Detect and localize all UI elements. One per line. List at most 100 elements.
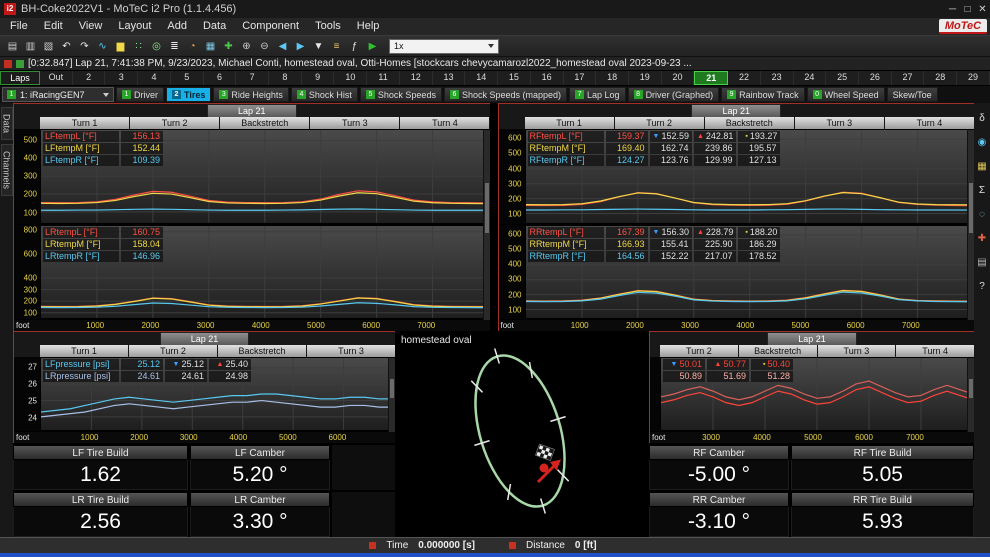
print-icon[interactable]: ▤ <box>5 39 20 54</box>
channel-name[interactable]: LFtempM [°F] <box>43 143 119 154</box>
lap-cell-11[interactable]: 11 <box>367 71 400 85</box>
channel-name[interactable]: RFtempR [°F] <box>528 155 604 166</box>
turn-tab[interactable]: Turn 2 <box>130 117 219 129</box>
maximize-button[interactable]: □ <box>960 2 975 17</box>
chart-plot-lr-temps[interactable]: LRtempL [°F]160.75LRtempM [°F]158.04LRte… <box>40 225 490 320</box>
chart-plot-rr-temps[interactable]: RRtempL [°F]167.39▼156.30▲228.79▪188.20R… <box>525 225 975 320</box>
track-report-icon[interactable]: ◎ <box>149 39 164 54</box>
lap-cell-Out[interactable]: Out <box>40 71 73 85</box>
menu-view[interactable]: View <box>71 18 111 35</box>
worksheet-tab-ride-heights[interactable]: 3Ride Heights <box>213 87 289 102</box>
datatable-icon[interactable]: ▦ <box>975 159 990 174</box>
turn-tab[interactable]: Turn 3 <box>795 117 884 129</box>
channel-name[interactable]: LRtempM [°F] <box>43 239 119 250</box>
lap-cell-29[interactable]: 29 <box>957 71 990 85</box>
turn-tab[interactable]: Backstretch <box>220 117 309 129</box>
menu-data[interactable]: Data <box>195 18 234 35</box>
scrollbar[interactable] <box>483 130 490 320</box>
turn-tab[interactable]: Turn 1 <box>525 117 614 129</box>
scrollbar[interactable] <box>388 358 395 432</box>
lap-tab[interactable]: Lap 21 <box>160 332 250 345</box>
worksheet-tab-shock-speeds[interactable]: 5Shock Speeds <box>360 87 442 102</box>
lap-cell-17[interactable]: 17 <box>564 71 597 85</box>
menu-edit[interactable]: Edit <box>36 18 71 35</box>
lap-cell-27[interactable]: 27 <box>892 71 925 85</box>
cursor-right-icon[interactable]: ▶ <box>293 39 308 54</box>
copy-icon[interactable]: ▥ <box>23 39 38 54</box>
chart-plot-lf-temps[interactable]: LFtempL [°F]156.13LFtempM [°F]152.44LFte… <box>40 129 490 224</box>
turn-tab[interactable]: Turn 1 <box>40 345 128 357</box>
search-icon[interactable]: ◌ <box>975 207 990 222</box>
scrollbar-thumb[interactable] <box>390 379 394 398</box>
zoom-out-icon[interactable]: ⊖ <box>257 39 272 54</box>
lap-cell-9[interactable]: 9 <box>302 71 335 85</box>
track-map[interactable] <box>395 331 649 537</box>
turn-tab[interactable]: Turn 3 <box>310 117 399 129</box>
histogram-icon[interactable]: ▆ <box>113 39 128 54</box>
play-icon[interactable]: ▶ <box>365 39 380 54</box>
channel-name[interactable]: LRtempR [°F] <box>43 251 119 262</box>
lap-tab[interactable]: Lap 21 <box>207 104 297 117</box>
turn-tab[interactable]: Turn 1 <box>40 117 129 129</box>
chart-plot-rf-temps[interactable]: RFtempL [°F]159.37▼152.59▲242.81▪193.27R… <box>525 129 975 224</box>
worksheet-tab-skew-toe[interactable]: Skew/Toe <box>887 87 938 102</box>
channel-name[interactable]: RRtempL [°F] <box>528 227 604 238</box>
scatter-icon[interactable]: ∷ <box>131 39 146 54</box>
lap-cell-7[interactable]: 7 <box>236 71 269 85</box>
turn-tab[interactable]: Turn 2 <box>615 117 704 129</box>
time-compression-select[interactable]: 1x <box>389 39 499 54</box>
zoom-in-icon[interactable]: ⊕ <box>239 39 254 54</box>
help-icon[interactable]: ? <box>975 279 990 294</box>
lap-cell-18[interactable]: 18 <box>596 71 629 85</box>
filter-icon[interactable]: ▼ <box>311 39 326 54</box>
turn-tab[interactable]: Backstretch <box>705 117 794 129</box>
turn-tab[interactable]: Turn 4 <box>400 117 489 129</box>
chart-plot-lf-lr-pressure[interactable]: LFpressure [psi]25.12▼25.12▲25.40LRpress… <box>40 357 395 431</box>
turn-tab[interactable]: Turn 4 <box>896 345 974 357</box>
lap-cell-14[interactable]: 14 <box>465 71 498 85</box>
scrollbar[interactable] <box>967 130 974 320</box>
menu-file[interactable]: File <box>2 18 36 35</box>
minimize-button[interactable]: ─ <box>945 2 960 17</box>
worksheet-tab-driver-graphed-[interactable]: 8Driver (Graphed) <box>628 87 720 102</box>
lap-cell-4[interactable]: 4 <box>138 71 171 85</box>
close-button[interactable]: ✕ <box>975 2 990 17</box>
channel-name[interactable]: RRtempR [°F] <box>528 251 604 262</box>
turn-tab[interactable]: Turn 3 <box>307 345 395 357</box>
turn-tab[interactable]: Turn 2 <box>660 345 738 357</box>
add-component-icon[interactable]: ✚ <box>221 39 236 54</box>
report-icon[interactable]: ▤ <box>975 255 990 270</box>
worksheet-tab-rainbow-track[interactable]: 9Rainbow Track <box>721 87 805 102</box>
redo-icon[interactable]: ↷ <box>77 39 92 54</box>
export-icon[interactable]: ▧ <box>41 39 56 54</box>
menu-add[interactable]: Add <box>159 18 195 35</box>
turn-tab[interactable]: Backstretch <box>739 345 817 357</box>
lap-cell-2[interactable]: 2 <box>73 71 106 85</box>
channels-grid-icon[interactable]: ▦ <box>203 39 218 54</box>
lap-cell-5[interactable]: 5 <box>171 71 204 85</box>
channel-name[interactable]: LFtempL [°F] <box>43 131 119 142</box>
channel-name[interactable]: RFtempL [°F] <box>528 131 604 142</box>
channel-name[interactable]: LFpressure [psi] <box>43 359 119 370</box>
channel-name[interactable]: LRpressure [psi] <box>43 371 119 382</box>
worksheet-tab-tires[interactable]: 2Tires <box>166 87 211 102</box>
lap-cell-19[interactable]: 19 <box>629 71 662 85</box>
worksheet-tab-shock-hist[interactable]: 4Shock Hist <box>291 87 358 102</box>
channel-name[interactable]: RFtempM [°F] <box>528 143 604 154</box>
time-distance-icon[interactable]: ∿ <box>95 39 110 54</box>
turn-tab[interactable]: Turn 4 <box>885 117 974 129</box>
workbook-select[interactable]: 1 1: iRacingGEN7 <box>2 87 114 102</box>
lap-cell-21[interactable]: 21 <box>694 71 728 85</box>
turn-tab[interactable]: Turn 3 <box>818 345 896 357</box>
scrollbar[interactable] <box>967 358 974 432</box>
lap-cell-6[interactable]: 6 <box>204 71 237 85</box>
stats-icon[interactable]: Σ <box>975 183 990 198</box>
menu-help[interactable]: Help <box>349 18 388 35</box>
laps-tab[interactable]: Laps <box>0 71 40 85</box>
maths-icon[interactable]: ƒ <box>347 39 362 54</box>
turn-tab[interactable]: Backstretch <box>218 345 306 357</box>
menu-component[interactable]: Component <box>234 18 307 35</box>
zoom-window-icon[interactable]: ◉ <box>975 135 990 150</box>
values-icon[interactable]: ≣ <box>167 39 182 54</box>
menu-tools[interactable]: Tools <box>307 18 349 35</box>
